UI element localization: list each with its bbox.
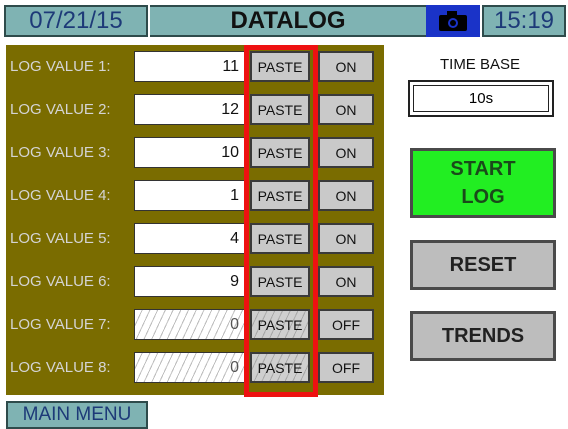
trends-button[interactable]: TRENDS — [410, 311, 556, 361]
log-row: LOG VALUE 6: 9 PASTE ON — [6, 262, 384, 302]
log-value-label: LOG VALUE 3: — [10, 143, 111, 161]
log-value-field[interactable]: 0 — [134, 352, 246, 383]
toggle-button[interactable]: ON — [318, 137, 374, 168]
start-log-button[interactable]: START LOG — [410, 148, 556, 218]
time-base-label: TIME BASE — [439, 56, 521, 73]
header-bar: 07/21/15 DATALOG 15:19 — [0, 0, 568, 40]
log-value-label: LOG VALUE 6: — [10, 272, 111, 290]
log-row: LOG VALUE 2: 12 PASTE ON — [6, 90, 384, 130]
log-row: LOG VALUE 3: 10 PASTE ON — [6, 133, 384, 173]
main-menu-button[interactable]: MAIN MENU — [6, 401, 148, 429]
log-value-field[interactable]: 1 — [134, 180, 246, 211]
toggle-button[interactable]: ON — [318, 180, 374, 211]
camera-icon — [439, 11, 467, 31]
log-value-label: LOG VALUE 5: — [10, 229, 111, 247]
log-row: LOG VALUE 8: 0 PASTE OFF — [6, 348, 384, 388]
toggle-button[interactable]: ON — [318, 266, 374, 297]
toggle-button[interactable]: ON — [318, 94, 374, 125]
log-value-field[interactable]: 9 — [134, 266, 246, 297]
reset-button[interactable]: RESET — [410, 240, 556, 290]
time-base-value: 10s — [413, 85, 549, 112]
log-value-label: LOG VALUE 2: — [10, 100, 111, 118]
page-title: DATALOG — [150, 5, 426, 37]
log-value-field[interactable]: 4 — [134, 223, 246, 254]
paste-button[interactable]: PASTE — [250, 180, 310, 211]
paste-button[interactable]: PASTE — [250, 51, 310, 82]
date-display: 07/21/15 — [4, 5, 148, 37]
log-value-label: LOG VALUE 1: — [10, 57, 111, 75]
paste-button[interactable]: PASTE — [250, 223, 310, 254]
log-value-label: LOG VALUE 7: — [10, 315, 111, 333]
log-value-label: LOG VALUE 4: — [10, 186, 111, 204]
paste-button[interactable]: PASTE — [250, 266, 310, 297]
log-value-field[interactable]: 12 — [134, 94, 246, 125]
log-value-field[interactable]: 10 — [134, 137, 246, 168]
toggle-button[interactable]: ON — [318, 51, 374, 82]
log-row: LOG VALUE 7: 0 PASTE OFF — [6, 305, 384, 345]
camera-button[interactable] — [426, 5, 480, 37]
toggle-button[interactable]: OFF — [318, 309, 374, 340]
log-row: LOG VALUE 5: 4 PASTE ON — [6, 219, 384, 259]
toggle-button[interactable]: ON — [318, 223, 374, 254]
paste-button[interactable]: PASTE — [250, 309, 310, 340]
paste-button[interactable]: PASTE — [250, 137, 310, 168]
log-value-field[interactable]: 11 — [134, 51, 246, 82]
log-row: LOG VALUE 4: 1 PASTE ON — [6, 176, 384, 216]
time-base-field[interactable]: 10s — [408, 80, 554, 117]
time-display: 15:19 — [482, 5, 566, 37]
log-row: LOG VALUE 1: 11 PASTE ON — [6, 47, 384, 87]
toggle-button[interactable]: OFF — [318, 352, 374, 383]
log-values-panel: LOG VALUE 1: 11 PASTE ON LOG VALUE 2: 12… — [6, 45, 384, 395]
log-value-field[interactable]: 0 — [134, 309, 246, 340]
paste-button[interactable]: PASTE — [250, 94, 310, 125]
log-value-label: LOG VALUE 8: — [10, 358, 111, 376]
paste-button[interactable]: PASTE — [250, 352, 310, 383]
start-log-label: START LOG — [450, 158, 516, 208]
